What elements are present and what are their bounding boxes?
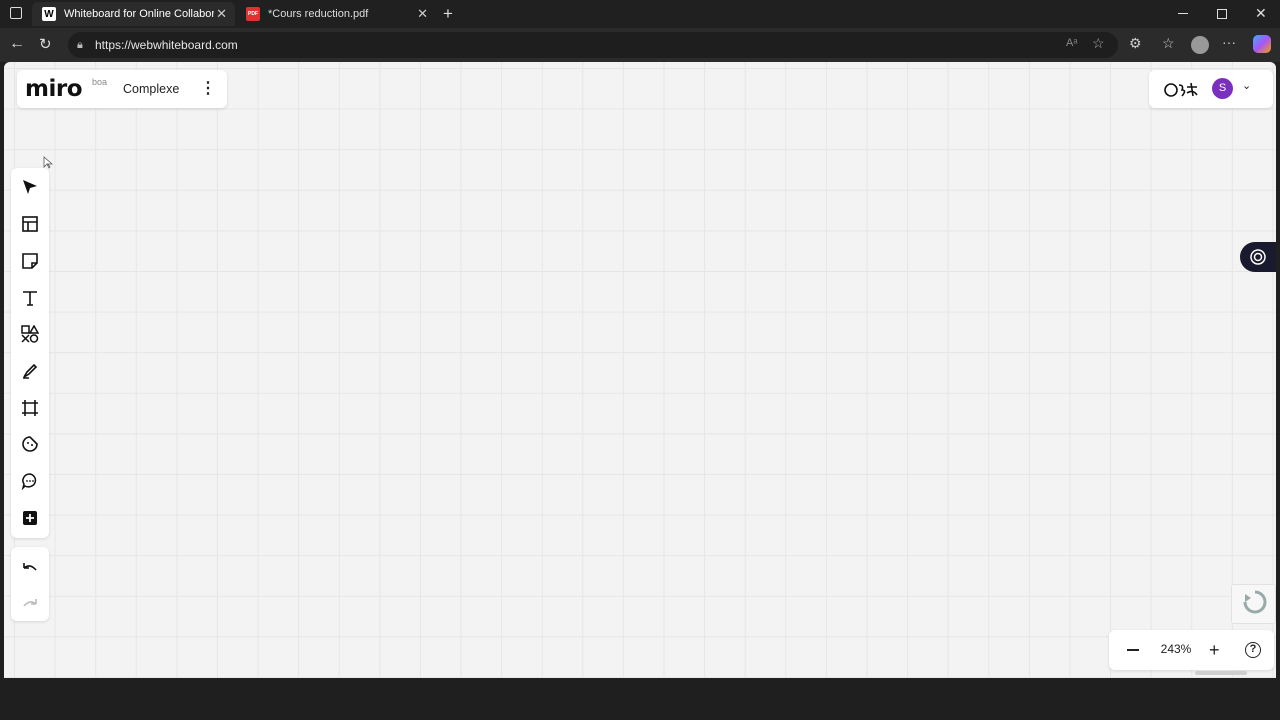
user-avatar[interactable]: S [1212, 78, 1233, 99]
tab-whiteboard[interactable]: W Whiteboard for Online Collaborati ✕ [32, 2, 235, 26]
zoom-in-button[interactable]: + [1209, 641, 1220, 659]
recaptcha-icon [1243, 590, 1267, 614]
history-toolbar [11, 547, 49, 621]
back-icon[interactable]: ← [9, 35, 25, 53]
left-toolbar [11, 168, 49, 538]
copilot-icon[interactable] [1253, 35, 1271, 53]
templates-icon[interactable] [17, 211, 43, 237]
redo-icon[interactable] [17, 592, 43, 618]
favorite-icon[interactable]: ☆ [1092, 35, 1105, 52]
close-window-icon[interactable]: ✕ [1255, 5, 1267, 22]
shapes-icon[interactable] [17, 321, 43, 347]
chevron-down-icon[interactable]: ⌄ [1242, 79, 1251, 92]
board-name[interactable]: Complexe [123, 82, 179, 96]
board-image[interactable]: boa [92, 77, 116, 101]
board-menu-icon[interactable]: ⋮ [200, 79, 216, 99]
browser-titlebar: W Whiteboard for Online Collaborati ✕ PD… [0, 0, 1280, 28]
url-text: https://webwhiteboard.com [95, 38, 238, 52]
tab-title: *Cours reduction.pdf [268, 8, 369, 20]
read-aloud-icon[interactable]: Aᵃ [1066, 37, 1077, 49]
reload-icon[interactable]: ↻ [39, 35, 52, 53]
tab-actions-icon[interactable] [10, 7, 22, 19]
pdf-favicon-icon: PDF [246, 7, 260, 21]
sticky-note-icon[interactable] [17, 248, 43, 274]
comment-icon[interactable] [17, 468, 43, 494]
minimize-icon[interactable] [1178, 13, 1188, 14]
collaboration-panel: S ⌄ [1149, 70, 1273, 108]
favorites-icon[interactable]: ☆ [1162, 35, 1175, 52]
text-icon[interactable] [17, 285, 43, 311]
recaptcha-badge [1231, 584, 1276, 624]
restore-icon[interactable] [1217, 9, 1227, 19]
extensions-icon[interactable]: ⚙ [1129, 35, 1142, 52]
whiteboard-canvas[interactable]: miro boa Complexe ⋮ S ⌄ 243% + ? [4, 62, 1276, 678]
pen-icon[interactable] [17, 358, 43, 384]
sticker-icon[interactable] [17, 431, 43, 457]
zoom-out-button[interactable] [1127, 649, 1139, 651]
address-bar-area: ← ↻ 🔒︎ https://webwhiteboard.com Aᵃ ☆ ⚙ … [0, 28, 1280, 62]
more-options-icon[interactable]: ··· [1222, 34, 1236, 50]
new-tab-icon[interactable]: + [443, 4, 453, 24]
zoom-panel: 243% + ? [1109, 630, 1274, 670]
miro-logo: miro [25, 76, 83, 102]
lock-icon: 🔒︎ [77, 39, 83, 51]
more-tools-icon[interactable] [17, 505, 43, 531]
reactions-icon[interactable] [1163, 79, 1203, 99]
mouse-cursor-icon [43, 156, 53, 169]
close-tab-icon[interactable]: ✕ [216, 6, 227, 22]
tab-pdf[interactable]: PDF *Cours reduction.pdf ✕ [236, 2, 436, 26]
url-input[interactable]: 🔒︎ https://webwhiteboard.com [68, 32, 1118, 58]
board-header: miro boa Complexe ⋮ [17, 70, 227, 108]
horizontal-scrollbar[interactable] [1195, 671, 1247, 675]
zoom-level[interactable]: 243% [1159, 642, 1193, 656]
tab-title: Whiteboard for Online Collaborati [64, 8, 214, 20]
frame-icon[interactable] [17, 395, 43, 421]
close-tab-icon[interactable]: ✕ [417, 6, 428, 22]
whiteboard-favicon-icon: W [42, 7, 56, 21]
profile-icon[interactable] [1191, 36, 1209, 54]
help-icon[interactable]: ? [1245, 642, 1261, 658]
side-panel-toggle-icon[interactable] [1240, 242, 1276, 272]
undo-icon[interactable] [17, 556, 43, 582]
select-icon[interactable] [17, 174, 43, 200]
